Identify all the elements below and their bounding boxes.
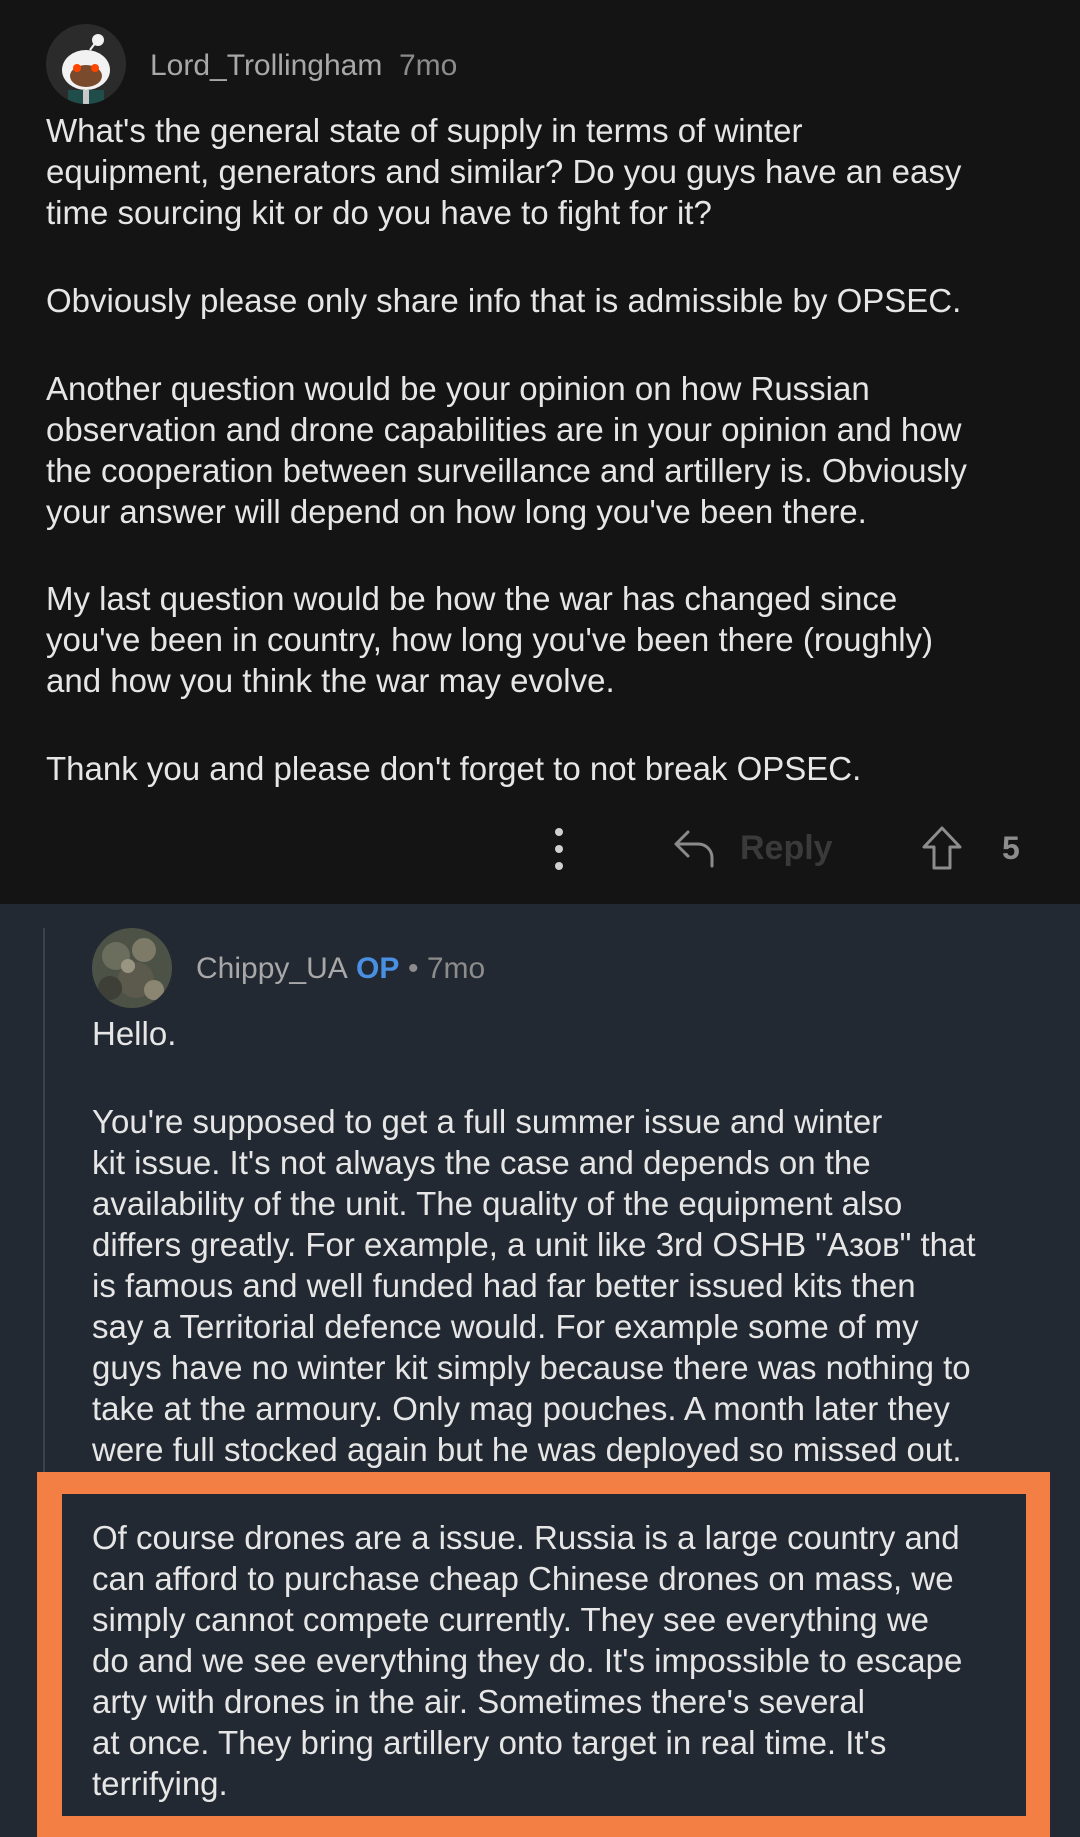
- upvote-arrow-icon: [922, 826, 962, 870]
- parent-comment: Lord_Trollingham 7mo What's the general …: [0, 0, 1080, 904]
- comment-paragraph: Another question would be your opinion o…: [46, 370, 967, 530]
- author-name[interactable]: Lord_Trollingham: [150, 49, 382, 83]
- upvote-button[interactable]: 5: [920, 820, 1020, 876]
- op-badge: OP: [356, 952, 400, 985]
- comment-paragraph: Obviously please only share info that is…: [46, 282, 962, 319]
- comment-paragraph: You're supposed to get a full summer iss…: [92, 1103, 976, 1468]
- comment-paragraph: My last question would be how the war ha…: [46, 580, 934, 699]
- user-avatar-icon: [92, 928, 172, 1008]
- author-name[interactable]: Chippy_UA: [196, 952, 348, 986]
- reply-arrow-icon: [674, 830, 714, 868]
- comment-age: 7mo: [399, 49, 458, 82]
- comment-paragraph: What's the general state of supply in te…: [46, 112, 962, 231]
- comment-thread: Lord_Trollingham 7mo What's the general …: [0, 0, 1080, 1837]
- vote-count: 5: [1002, 829, 1020, 866]
- reply-button[interactable]: Reply: [672, 820, 833, 876]
- avatar-lord-trollingham[interactable]: [46, 24, 126, 104]
- highlighted-paragraph: Of course drones are a issue. Russia is …: [92, 1519, 963, 1802]
- reply-label: Reply: [740, 828, 833, 867]
- snoo-avatar-icon: [46, 24, 126, 104]
- comment-age: • 7mo: [408, 952, 486, 985]
- comment-paragraph: Hello.: [92, 1015, 177, 1052]
- avatar-chippy-ua[interactable]: [92, 928, 172, 1008]
- comment-paragraph: Thank you and please don't forget to not…: [46, 750, 862, 787]
- more-vertical-icon: [555, 828, 563, 870]
- more-options-button[interactable]: [548, 826, 570, 872]
